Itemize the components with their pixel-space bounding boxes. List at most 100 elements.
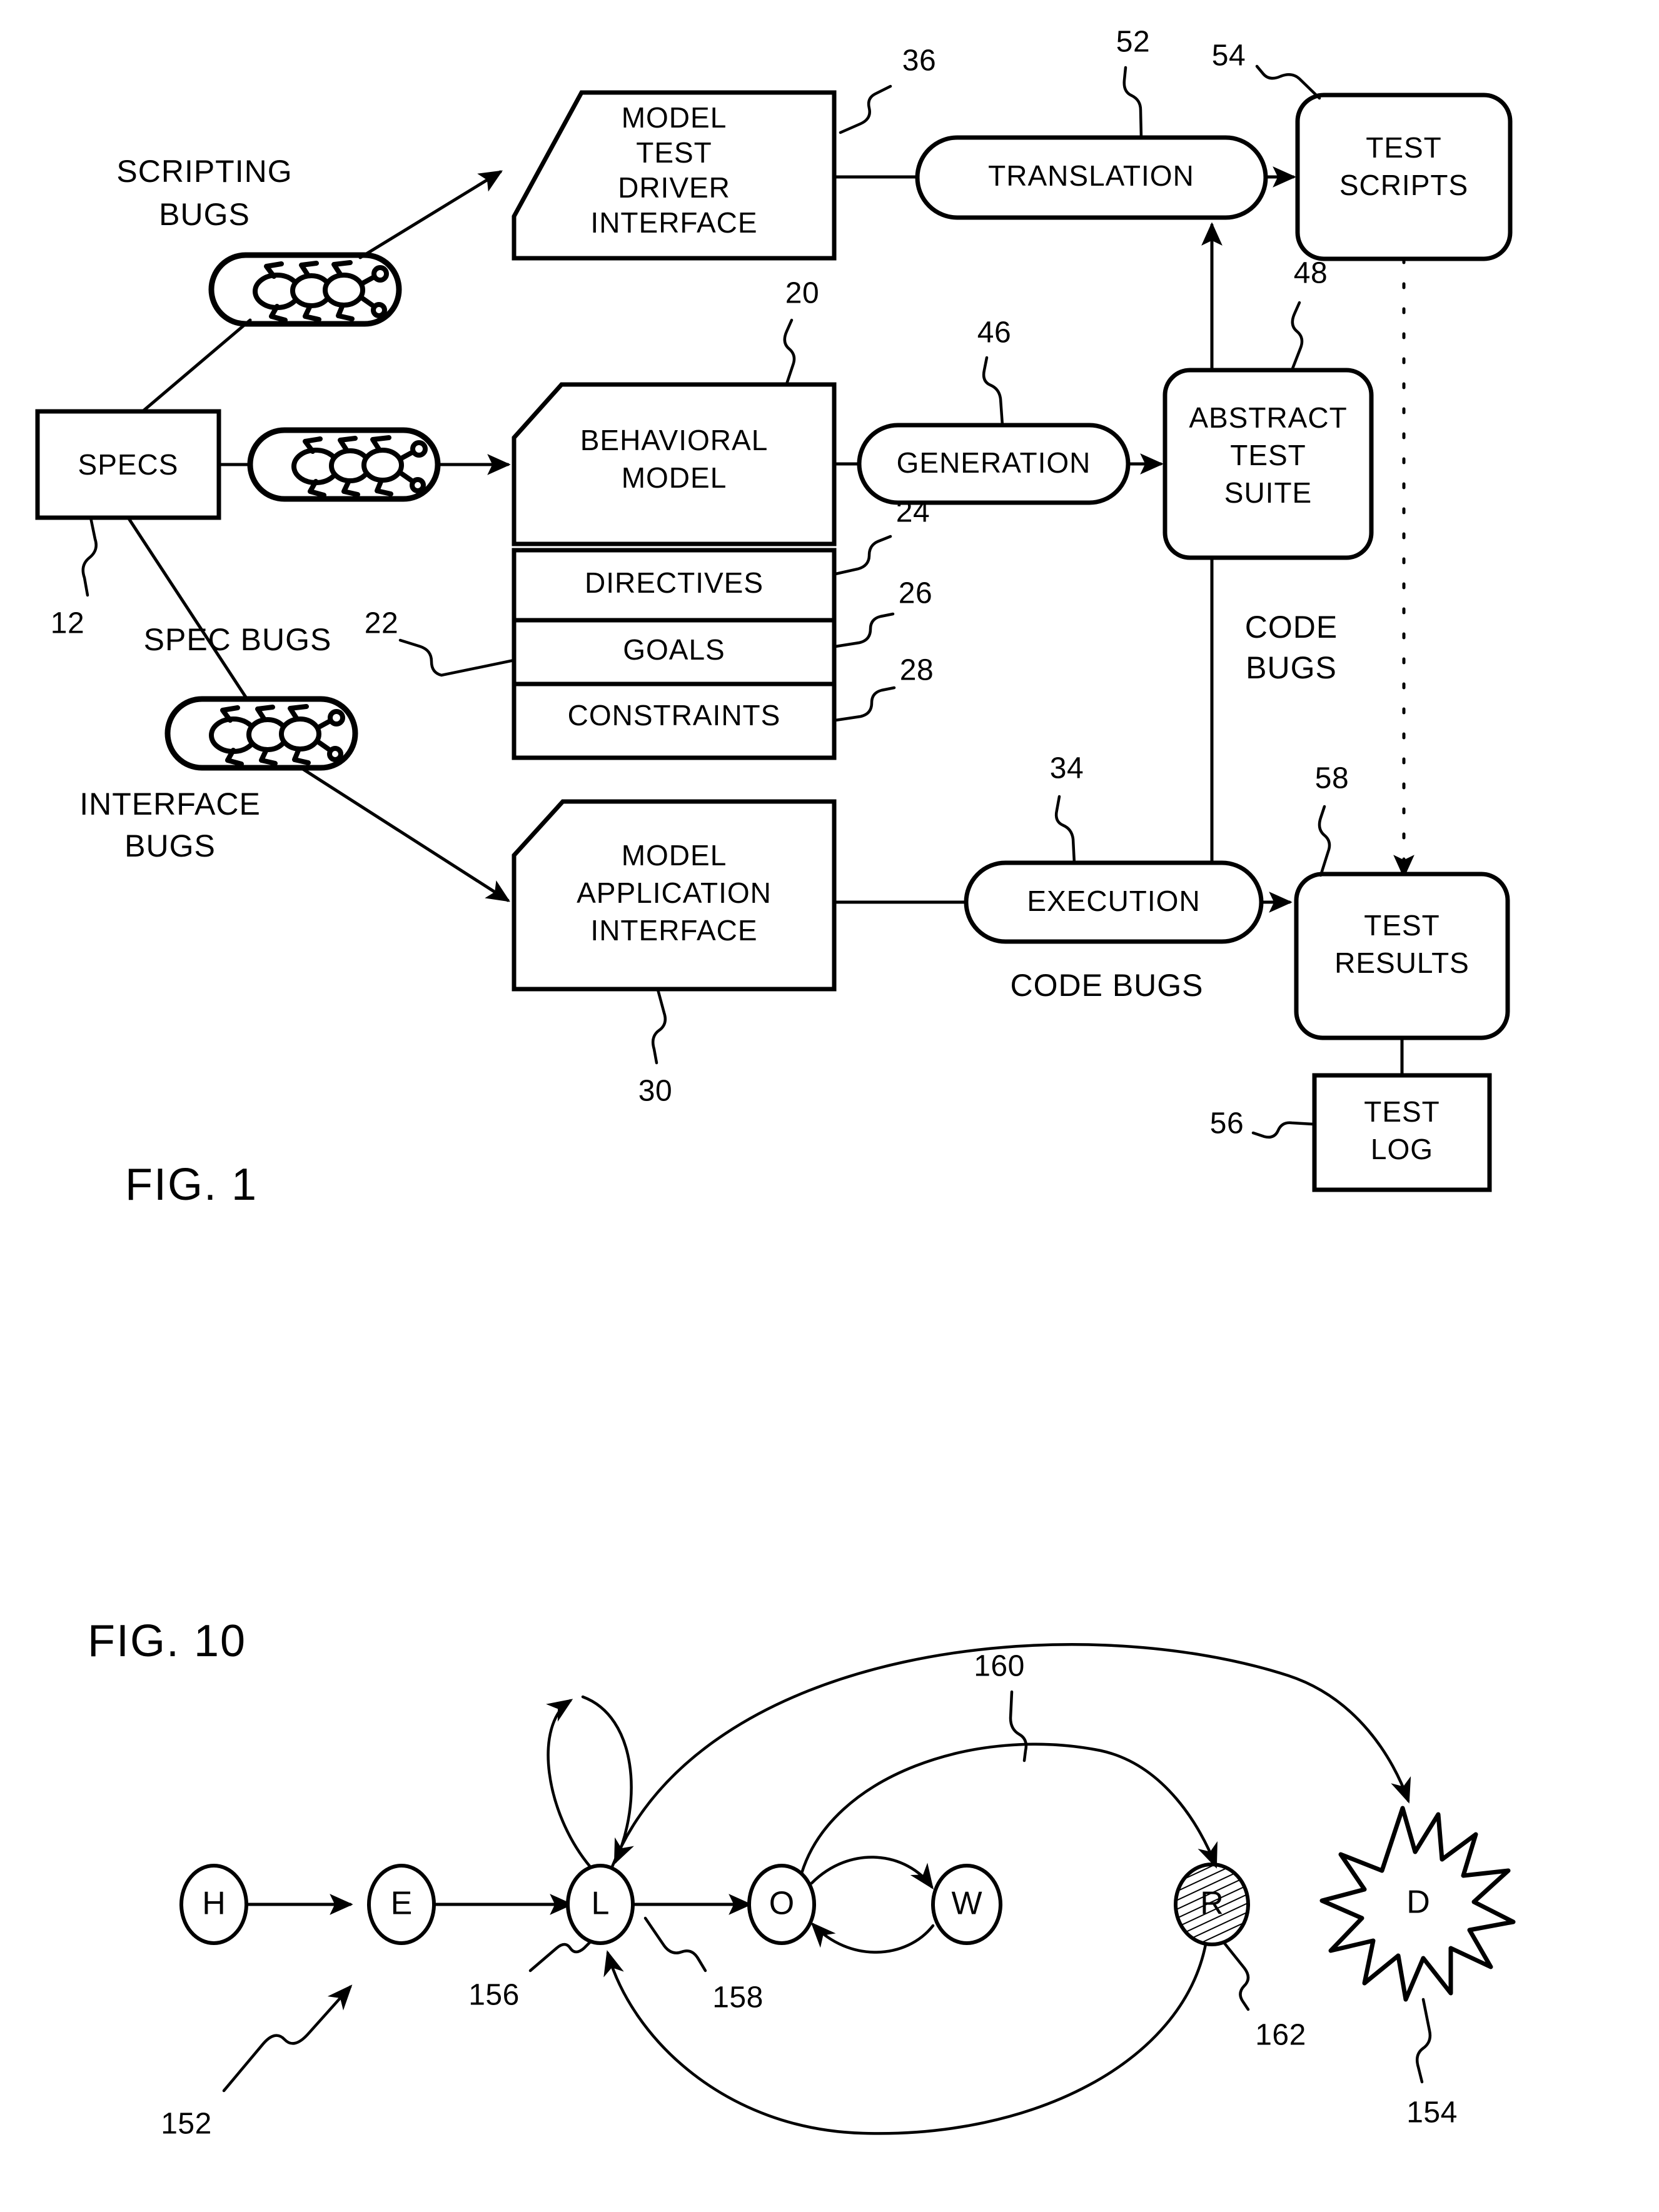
test-log-label-line1: TEST xyxy=(1364,1095,1440,1128)
leader-line-30 xyxy=(652,988,667,1065)
leader-line-24 xyxy=(834,535,892,576)
ref-numeral-56: 56 xyxy=(1210,1107,1244,1140)
code-bugs-scripts-label-line2: BUGS xyxy=(1246,650,1337,685)
test-scripts-label-line1: TEST xyxy=(1366,131,1442,164)
leader-line-34 xyxy=(1054,795,1076,865)
state-node-O-label: O xyxy=(769,1886,794,1922)
leader-line-26 xyxy=(834,612,895,648)
ref-numeral-36: 36 xyxy=(902,44,936,78)
state-node-D-label: D xyxy=(1406,1884,1430,1921)
test-directives-stack: DIRECTIVES GOALS CONSTRAINTS xyxy=(512,548,837,760)
edge-W-to-O xyxy=(810,1922,935,1954)
constraints-label: CONSTRAINTS xyxy=(568,699,781,731)
ref-numeral-158: 158 xyxy=(712,1981,764,2014)
interface-bugs-label-line2: BUGS xyxy=(124,828,216,863)
interface-bugs-label-line1: INTERFACE xyxy=(79,787,261,822)
mtdi-label-line2: TEST xyxy=(636,136,712,169)
ref-numeral-154: 154 xyxy=(1406,2096,1458,2129)
edge-L-self-loop-in xyxy=(581,1695,634,1865)
test-results-label-line1: TEST xyxy=(1364,909,1440,942)
ats-label-line2: TEST xyxy=(1230,439,1306,471)
bug-icon-spec xyxy=(247,427,441,502)
abstract-test-suite-box: ABSTRACT TEST SUITE xyxy=(1162,368,1374,560)
translation-pill: TRANSLATION xyxy=(915,135,1268,220)
scripting-bugs-label-line1: SCRIPTING xyxy=(116,154,292,189)
ref-numeral-30: 30 xyxy=(638,1075,672,1108)
leader-line-28 xyxy=(834,686,896,722)
state-node-O: O xyxy=(747,1864,816,1945)
mai-label-line1: MODEL xyxy=(622,839,727,872)
mai-label-line2: APPLICATION xyxy=(577,877,772,909)
edge-R-to-L-return-arc xyxy=(603,1943,1208,2135)
edge-scripting-bugs-to-mtdi xyxy=(358,170,503,259)
specs-box: SPECS xyxy=(35,409,221,520)
specs-label: SPECS xyxy=(78,448,179,481)
test-results-label-line2: RESULTS xyxy=(1334,947,1470,979)
bug-icon-scripting xyxy=(208,252,402,327)
ref-numeral-24: 24 xyxy=(896,496,930,529)
ref-numeral-58: 58 xyxy=(1315,762,1349,795)
leader-line-46 xyxy=(982,356,1004,427)
ref-numeral-34: 34 xyxy=(1050,752,1084,785)
edge-specs-to-scripting-bugs xyxy=(141,318,252,413)
figure-10-title: FIG. 10 xyxy=(88,1616,246,1666)
code-bugs-exec-label: CODE BUGS xyxy=(1010,968,1203,1003)
leader-line-156 xyxy=(528,1940,592,1973)
code-bugs-scripts-label-line1: CODE xyxy=(1245,610,1338,645)
ref-numeral-160: 160 xyxy=(974,1650,1025,1683)
edge-L-self-loop-out xyxy=(546,1699,592,1869)
figure-1-group: SPECS 12 SCRIPTING BUGS MODEL TEST DRIVE… xyxy=(35,26,1513,1210)
edge-interface-bugs-to-mai xyxy=(297,765,510,902)
model-test-driver-interface-box: MODEL TEST DRIVER INTERFACE xyxy=(512,90,837,261)
scripting-bugs-label-line2: BUGS xyxy=(159,197,250,232)
spec-bugs-label: SPEC BUGS xyxy=(144,622,332,657)
ref-numeral-46: 46 xyxy=(977,316,1011,349)
leader-line-54 xyxy=(1255,64,1321,100)
leader-line-152 xyxy=(222,1984,353,2093)
leader-line-160 xyxy=(1009,1690,1028,1762)
mtdi-label-line4: INTERFACE xyxy=(590,206,757,239)
state-node-D: D xyxy=(1319,1806,1516,2002)
state-node-L-label: L xyxy=(592,1886,610,1922)
state-node-R-label: R xyxy=(1200,1886,1224,1922)
ref-numeral-54: 54 xyxy=(1212,39,1246,73)
execution-label: EXECUTION xyxy=(1027,885,1200,917)
edge-O-to-R-arc-160 xyxy=(800,1742,1218,1875)
leader-line-154 xyxy=(1416,1998,1432,2084)
test-log-label-line2: LOG xyxy=(1371,1133,1433,1165)
ref-numeral-162: 162 xyxy=(1255,2019,1306,2052)
leader-line-158 xyxy=(643,1916,707,1973)
leader-line-36 xyxy=(839,84,892,134)
leader-line-22 xyxy=(398,638,516,677)
leader-line-12 xyxy=(81,516,98,597)
behavioral-model-label-line2: MODEL xyxy=(622,461,727,494)
state-node-E-label: E xyxy=(391,1886,413,1922)
ref-numeral-156: 156 xyxy=(468,1979,520,2012)
figures-canvas: SPECS 12 SCRIPTING BUGS MODEL TEST DRIVE… xyxy=(35,26,1516,2141)
test-scripts-label-line2: SCRIPTS xyxy=(1339,169,1468,201)
leader-line-56 xyxy=(1251,1121,1315,1139)
test-log-box: TEST LOG xyxy=(1312,1073,1492,1192)
state-node-L: L xyxy=(566,1864,635,1945)
edge-specs-to-interface-bugs xyxy=(126,516,249,701)
test-scripts-box: TEST SCRIPTS xyxy=(1295,93,1513,261)
execution-pill: EXECUTION xyxy=(964,860,1264,944)
patent-drawing-sheet: SPECS 12 SCRIPTING BUGS MODEL TEST DRIVE… xyxy=(0,0,1659,2212)
directives-label: DIRECTIVES xyxy=(585,566,764,599)
state-node-R: R xyxy=(1174,1863,1250,1946)
generation-label: GENERATION xyxy=(897,446,1091,479)
leader-line-162 xyxy=(1223,1941,1250,2011)
state-node-H: H xyxy=(179,1864,248,1945)
leader-line-48 xyxy=(1290,301,1304,372)
ref-numeral-152: 152 xyxy=(161,2108,212,2141)
mai-label-line3: INTERFACE xyxy=(590,914,757,947)
goals-label: GOALS xyxy=(623,633,725,666)
test-results-box: TEST RESULTS xyxy=(1294,872,1510,1040)
ref-numeral-48: 48 xyxy=(1294,257,1328,290)
state-node-W: W xyxy=(931,1864,1002,1945)
state-node-H-label: H xyxy=(202,1886,226,1922)
leader-line-58 xyxy=(1318,805,1331,877)
generation-pill: GENERATION xyxy=(857,423,1131,505)
leader-line-20 xyxy=(783,318,796,386)
ref-numeral-26: 26 xyxy=(899,577,932,610)
